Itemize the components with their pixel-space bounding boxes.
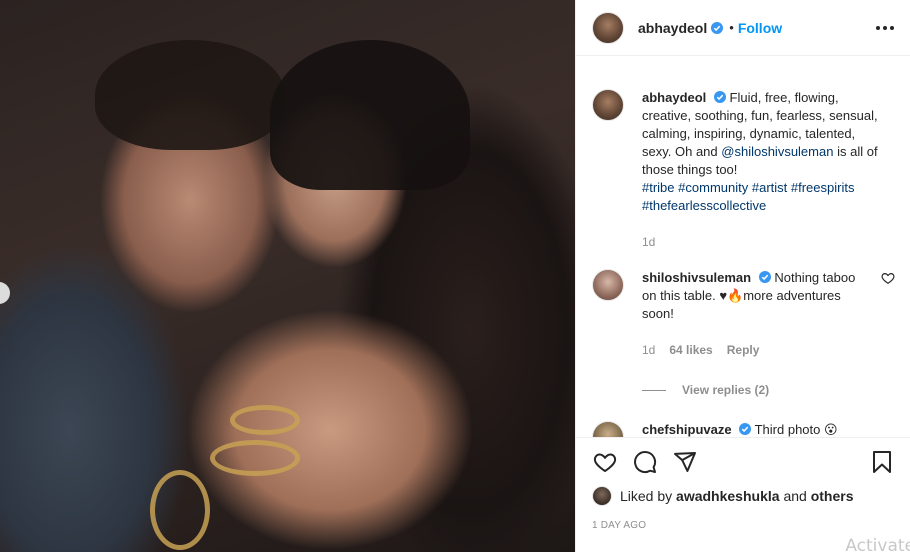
verified-icon	[739, 423, 752, 435]
os-watermark: Activate	[845, 536, 910, 552]
heart-icon[interactable]	[881, 271, 895, 285]
action-bar	[592, 438, 895, 486]
caption: abhaydeol Fluid, free, flowing, creative…	[592, 57, 895, 251]
follow-button[interactable]: Follow	[738, 20, 782, 36]
avatar[interactable]	[592, 11, 624, 44]
hashtag[interactable]: #tribe	[642, 180, 675, 195]
post-photo[interactable]	[0, 0, 575, 552]
verified-icon	[713, 91, 726, 103]
hashtag[interactable]: #community	[678, 180, 748, 195]
comment-item: shiloshivsuleman Nothing taboo on this t…	[592, 251, 895, 359]
liked-by-others[interactable]: others	[811, 488, 854, 504]
photo-detail-bangle	[210, 440, 300, 476]
hashtag[interactable]: #freespirits	[791, 180, 855, 195]
more-options-icon[interactable]	[876, 25, 894, 30]
comment-time[interactable]: 1d	[642, 341, 655, 359]
comment-username[interactable]: shiloshivsuleman	[642, 270, 751, 285]
comment-likes[interactable]: 64 likes	[669, 341, 712, 359]
liked-by-and: and	[783, 488, 807, 504]
photo-detail-hair-left	[95, 40, 285, 150]
caption-time[interactable]: 1d	[642, 233, 655, 251]
comment-item: chefshipuvaze Third photo 😮	[592, 397, 895, 437]
separator-dot: •	[729, 20, 734, 35]
caption-meta: 1d	[642, 233, 878, 251]
avatar[interactable]	[592, 89, 624, 121]
view-replies-button[interactable]: View replies (2)	[642, 383, 895, 397]
avatar[interactable]	[592, 486, 612, 506]
photo-detail-hair-right	[270, 40, 470, 190]
comment-username[interactable]: chefshipuvaze	[642, 422, 732, 437]
view-replies-label: View replies (2)	[682, 383, 770, 397]
photo-detail-bangle	[230, 405, 300, 435]
reply-button[interactable]: Reply	[727, 341, 760, 359]
bookmark-icon[interactable]	[869, 449, 895, 475]
hashtag[interactable]: #thefearlesscollective	[642, 198, 766, 213]
comment-meta: 1d 64 likes Reply	[642, 341, 862, 359]
post-timestamp[interactable]: 1 DAY AGO	[592, 520, 895, 531]
heart-icon[interactable]	[592, 449, 618, 475]
avatar[interactable]	[592, 421, 624, 437]
liked-by-user[interactable]: awadhkeshukla	[676, 488, 780, 504]
post-actions-section: Liked by awadhkeshukla and others 1 DAY …	[576, 437, 910, 552]
liked-by: Liked by awadhkeshukla and others	[592, 486, 895, 506]
carousel-prev-button[interactable]	[0, 282, 10, 304]
hashtag[interactable]: #artist	[752, 180, 787, 195]
divider	[642, 389, 666, 391]
verified-icon	[711, 21, 724, 34]
avatar[interactable]	[592, 269, 624, 301]
post-header: abhaydeol • Follow	[576, 0, 910, 56]
post-side-panel: abhaydeol • Follow abhaydeol Fluid, free…	[575, 0, 910, 552]
share-icon[interactable]	[672, 449, 698, 475]
caption-mention[interactable]: @shiloshivsuleman	[721, 144, 833, 159]
post-username[interactable]: abhaydeol	[638, 20, 707, 36]
caption-username[interactable]: abhaydeol	[642, 90, 706, 105]
comments-list[interactable]: abhaydeol Fluid, free, flowing, creative…	[576, 57, 910, 437]
comment-icon[interactable]	[632, 449, 658, 475]
liked-by-prefix: Liked by	[620, 488, 673, 504]
comment-text: Third photo 😮	[754, 422, 838, 437]
photo-detail-bangle	[150, 470, 210, 550]
verified-icon	[758, 271, 771, 283]
